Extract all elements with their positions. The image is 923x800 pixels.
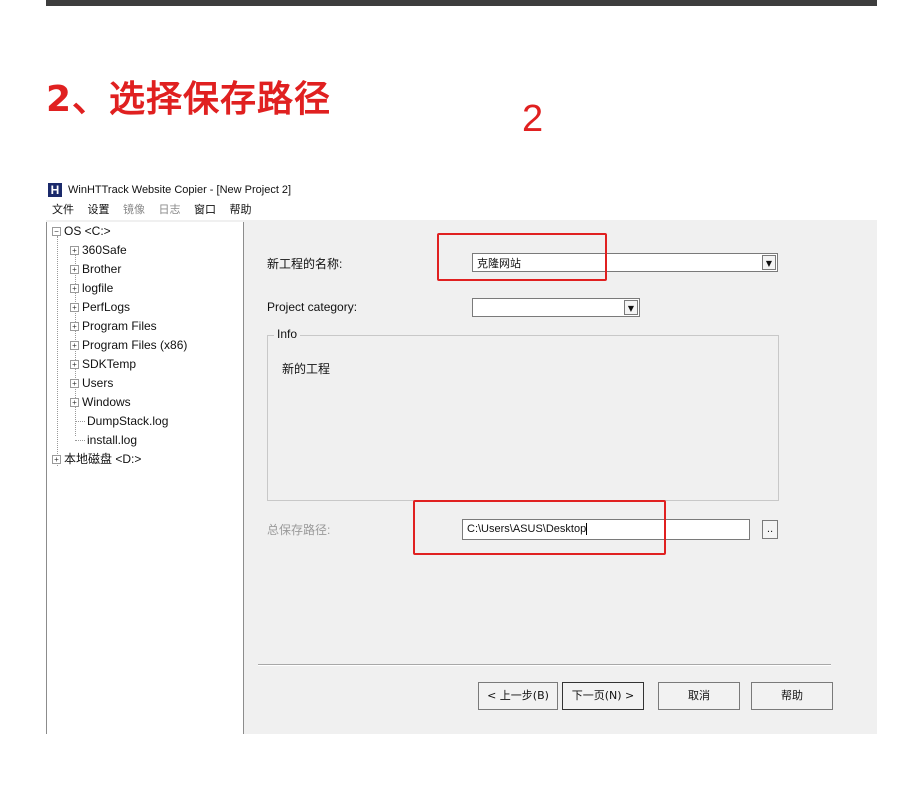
window-title: WinHTTrack Website Copier - [New Project… [68, 184, 292, 196]
collapse-icon[interactable]: − [52, 227, 61, 237]
tree-item-folder[interactable]: + logfile [70, 279, 113, 298]
menu-file[interactable]: 文件 [52, 203, 74, 216]
tree-item-file[interactable]: install.log [75, 431, 137, 450]
tree-item-c-drive[interactable]: − OS <C:> [52, 222, 111, 241]
category-label: Project category: [267, 300, 358, 314]
tree-item-folder[interactable]: + Brother [70, 260, 121, 279]
category-combo[interactable]: ▼ [472, 298, 640, 317]
tree-item-file[interactable]: DumpStack.log [75, 412, 168, 431]
separator [258, 664, 831, 666]
browse-button[interactable]: .. [762, 520, 778, 539]
tree-item-folder[interactable]: + Program Files (x86) [70, 336, 187, 355]
menu-help[interactable]: 帮助 [230, 203, 252, 216]
expand-icon[interactable]: + [70, 322, 79, 332]
expand-icon[interactable]: + [70, 303, 79, 313]
tree-item-folder[interactable]: +360Safe [70, 241, 127, 260]
menu-mirror[interactable]: 镜像 [123, 203, 145, 216]
cancel-button[interactable]: 取消 [658, 682, 740, 710]
tree-item-folder[interactable]: + Program Files [70, 317, 157, 336]
menu-settings[interactable]: 设置 [88, 203, 110, 216]
menu-window[interactable]: 窗口 [194, 203, 216, 216]
step-heading: 2、选择保存路径 [46, 79, 332, 120]
expand-icon[interactable]: + [70, 265, 79, 275]
info-text: 新的工程 [282, 362, 331, 376]
tree-line [57, 236, 58, 466]
app-logo-icon: H [48, 183, 62, 197]
tree-branch [75, 421, 85, 423]
menu-bar: 文件 设置 镜像 日志 窗口 帮助 [46, 200, 877, 220]
menu-log[interactable]: 日志 [159, 203, 181, 216]
folder-tree: − OS <C:> +360Safe + Brother + logfile + Per… [46, 222, 244, 734]
dropdown-arrow-icon[interactable]: ▼ [762, 255, 776, 270]
project-name-label: 新工程的名称: [267, 257, 343, 271]
wizard-panel: 新工程的名称: 克隆网站 ▼ Project category: ▼ Info … [244, 222, 877, 734]
save-path-label: 总保存路径: [267, 523, 331, 537]
next-button[interactable]: 下一页(N) > [562, 682, 644, 710]
step-number: 2 [522, 98, 544, 140]
expand-icon[interactable]: + [70, 246, 79, 256]
expand-icon[interactable]: + [70, 398, 79, 408]
expand-icon[interactable]: + [70, 341, 79, 351]
dropdown-arrow-icon[interactable]: ▼ [624, 300, 638, 315]
tree-branch [75, 440, 85, 442]
tree-item-folder[interactable]: + SDKTemp [70, 355, 136, 374]
project-name-highlight [437, 233, 607, 281]
top-image-strip [46, 0, 877, 6]
expand-icon[interactable]: + [52, 455, 61, 465]
help-button[interactable]: 帮助 [751, 682, 833, 710]
expand-icon[interactable]: + [70, 360, 79, 370]
expand-icon[interactable]: + [70, 284, 79, 294]
tree-item-folder[interactable]: + PerfLogs [70, 298, 130, 317]
tree-item-folder[interactable]: + Users [70, 374, 113, 393]
title-bar: H WinHTTrack Website Copier - [New Projec… [46, 180, 877, 200]
info-group: Info 新的工程 [267, 327, 779, 501]
back-button[interactable]: < 上一步(B) [478, 682, 558, 710]
expand-icon[interactable]: + [70, 379, 79, 389]
tree-item-d-drive[interactable]: + 本地磁盘 <D:> [52, 450, 141, 469]
info-legend: Info [274, 327, 301, 341]
tree-item-folder[interactable]: + Windows [70, 393, 131, 412]
save-path-highlight [413, 500, 666, 555]
